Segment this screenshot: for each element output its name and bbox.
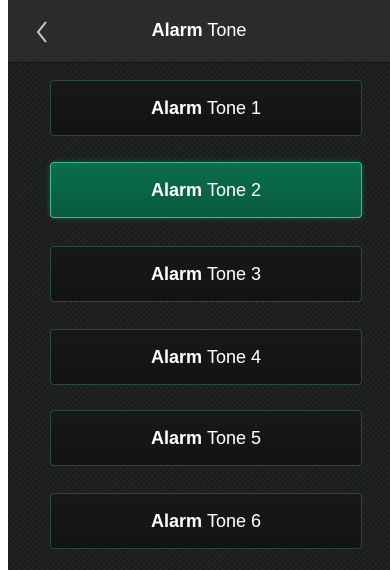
tone-option-1[interactable]: Alarm Tone 1 xyxy=(50,80,362,136)
tone-label-rest: Tone 1 xyxy=(206,97,262,118)
tone-option-5[interactable]: Alarm Tone 5 xyxy=(50,410,362,466)
tone-label-bold: Alarm xyxy=(150,427,202,448)
tone-label-rest: Tone 5 xyxy=(206,427,262,448)
tone-option-3[interactable]: Alarm Tone 3 xyxy=(50,246,362,302)
tone-label-bold: Alarm xyxy=(150,346,202,367)
tone-label-bold: Alarm xyxy=(150,179,202,200)
title-rest: Tone xyxy=(207,20,247,40)
tone-option-4[interactable]: Alarm Tone 4 xyxy=(50,329,362,385)
header-bar: Alarm Tone xyxy=(8,0,390,63)
tone-label-bold: Alarm xyxy=(150,263,202,284)
alarm-tone-screen: Alarm Tone Alarm Tone 1 Alarm Tone 2 Ala… xyxy=(8,0,390,570)
title-bold: Alarm xyxy=(151,20,203,40)
tone-option-6[interactable]: Alarm Tone 6 xyxy=(50,493,362,549)
tone-label-bold: Alarm xyxy=(150,510,202,531)
tone-label-rest: Tone 4 xyxy=(206,346,262,367)
page-title: Alarm Tone xyxy=(8,18,390,42)
tone-label-rest: Tone 3 xyxy=(206,263,262,284)
tone-option-2[interactable]: Alarm Tone 2 xyxy=(50,162,362,218)
tone-label-rest: Tone 6 xyxy=(206,510,262,531)
tone-label-bold: Alarm xyxy=(150,97,202,118)
tone-label-rest: Tone 2 xyxy=(206,179,262,200)
